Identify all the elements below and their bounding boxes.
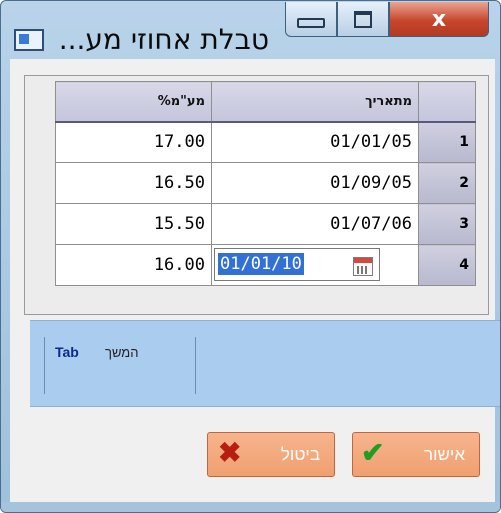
minimize-icon — [297, 18, 325, 28]
window-title: טבלת אחוזי מע... — [58, 24, 269, 56]
maximize-icon — [354, 10, 372, 28]
vat-cell[interactable]: 16.50 — [55, 162, 212, 204]
calendar-icon[interactable] — [353, 257, 373, 276]
grid-header-row: %מע"מ מתאריך — [55, 81, 476, 123]
vat-rates-grid: %מע"מ מתאריך 17.00 01/01/05 1 16.50 01/0… — [55, 81, 476, 286]
column-header-vat[interactable]: %מע"מ — [55, 81, 212, 123]
table-row[interactable]: 15.50 01/07/06 3 — [55, 203, 476, 245]
app-window-icon[interactable] — [14, 29, 44, 51]
minimize-button[interactable] — [285, 2, 337, 37]
vat-cell[interactable]: 17.00 — [55, 121, 212, 163]
row-number[interactable]: 3 — [418, 203, 476, 245]
column-header-from-date[interactable]: מתאריך — [211, 81, 419, 123]
date-cell[interactable]: 01/07/06 — [211, 203, 419, 245]
close-icon: x — [431, 6, 447, 32]
row-number[interactable]: 2 — [418, 162, 476, 204]
vat-cell[interactable]: 15.50 — [55, 203, 212, 245]
date-cell[interactable]: 01/09/05 — [211, 162, 419, 204]
table-row[interactable]: 16.50 01/09/05 2 — [55, 162, 476, 204]
table-row[interactable]: 17.00 01/01/05 1 — [55, 121, 476, 163]
shortcut-action: המשך — [105, 345, 139, 360]
vat-cell[interactable]: 16.00 — [55, 244, 212, 286]
maximize-button[interactable] — [337, 2, 389, 37]
cancel-button-label: ביטול — [280, 444, 320, 464]
selected-date-text: 01/01/10 — [218, 253, 304, 275]
row-number[interactable]: 4 — [418, 244, 476, 286]
date-cell[interactable]: 01/01/05 — [211, 121, 419, 163]
title-bar[interactable]: טבלת אחוזי מע... x — [1, 1, 500, 58]
vat-rates-window: טבלת אחוזי מע... x %מע"מ מתאריך 17.00 01… — [0, 0, 501, 513]
date-edit-cell[interactable]: 01/01/10 — [211, 244, 419, 286]
window-bottom-border — [1, 502, 500, 512]
shortcut-key: Tab — [55, 344, 79, 360]
cancel-x-icon: ✖ — [218, 437, 242, 468]
table-row[interactable]: 16.00 01/01/10 4 — [55, 244, 476, 286]
close-button[interactable]: x — [389, 2, 489, 37]
checkmark-icon: ✔ — [361, 437, 385, 468]
column-header-row-number — [418, 81, 476, 123]
ok-button-label: אישור — [424, 444, 465, 464]
date-input-field[interactable]: 01/01/10 — [214, 248, 380, 281]
dialog-client-area: %מע"מ מתאריך 17.00 01/01/05 1 16.50 01/0… — [10, 59, 500, 502]
row-number[interactable]: 1 — [418, 121, 476, 163]
cancel-button[interactable]: ✖ ביטול — [207, 432, 335, 477]
ok-button[interactable]: ✔ אישור — [352, 432, 480, 477]
